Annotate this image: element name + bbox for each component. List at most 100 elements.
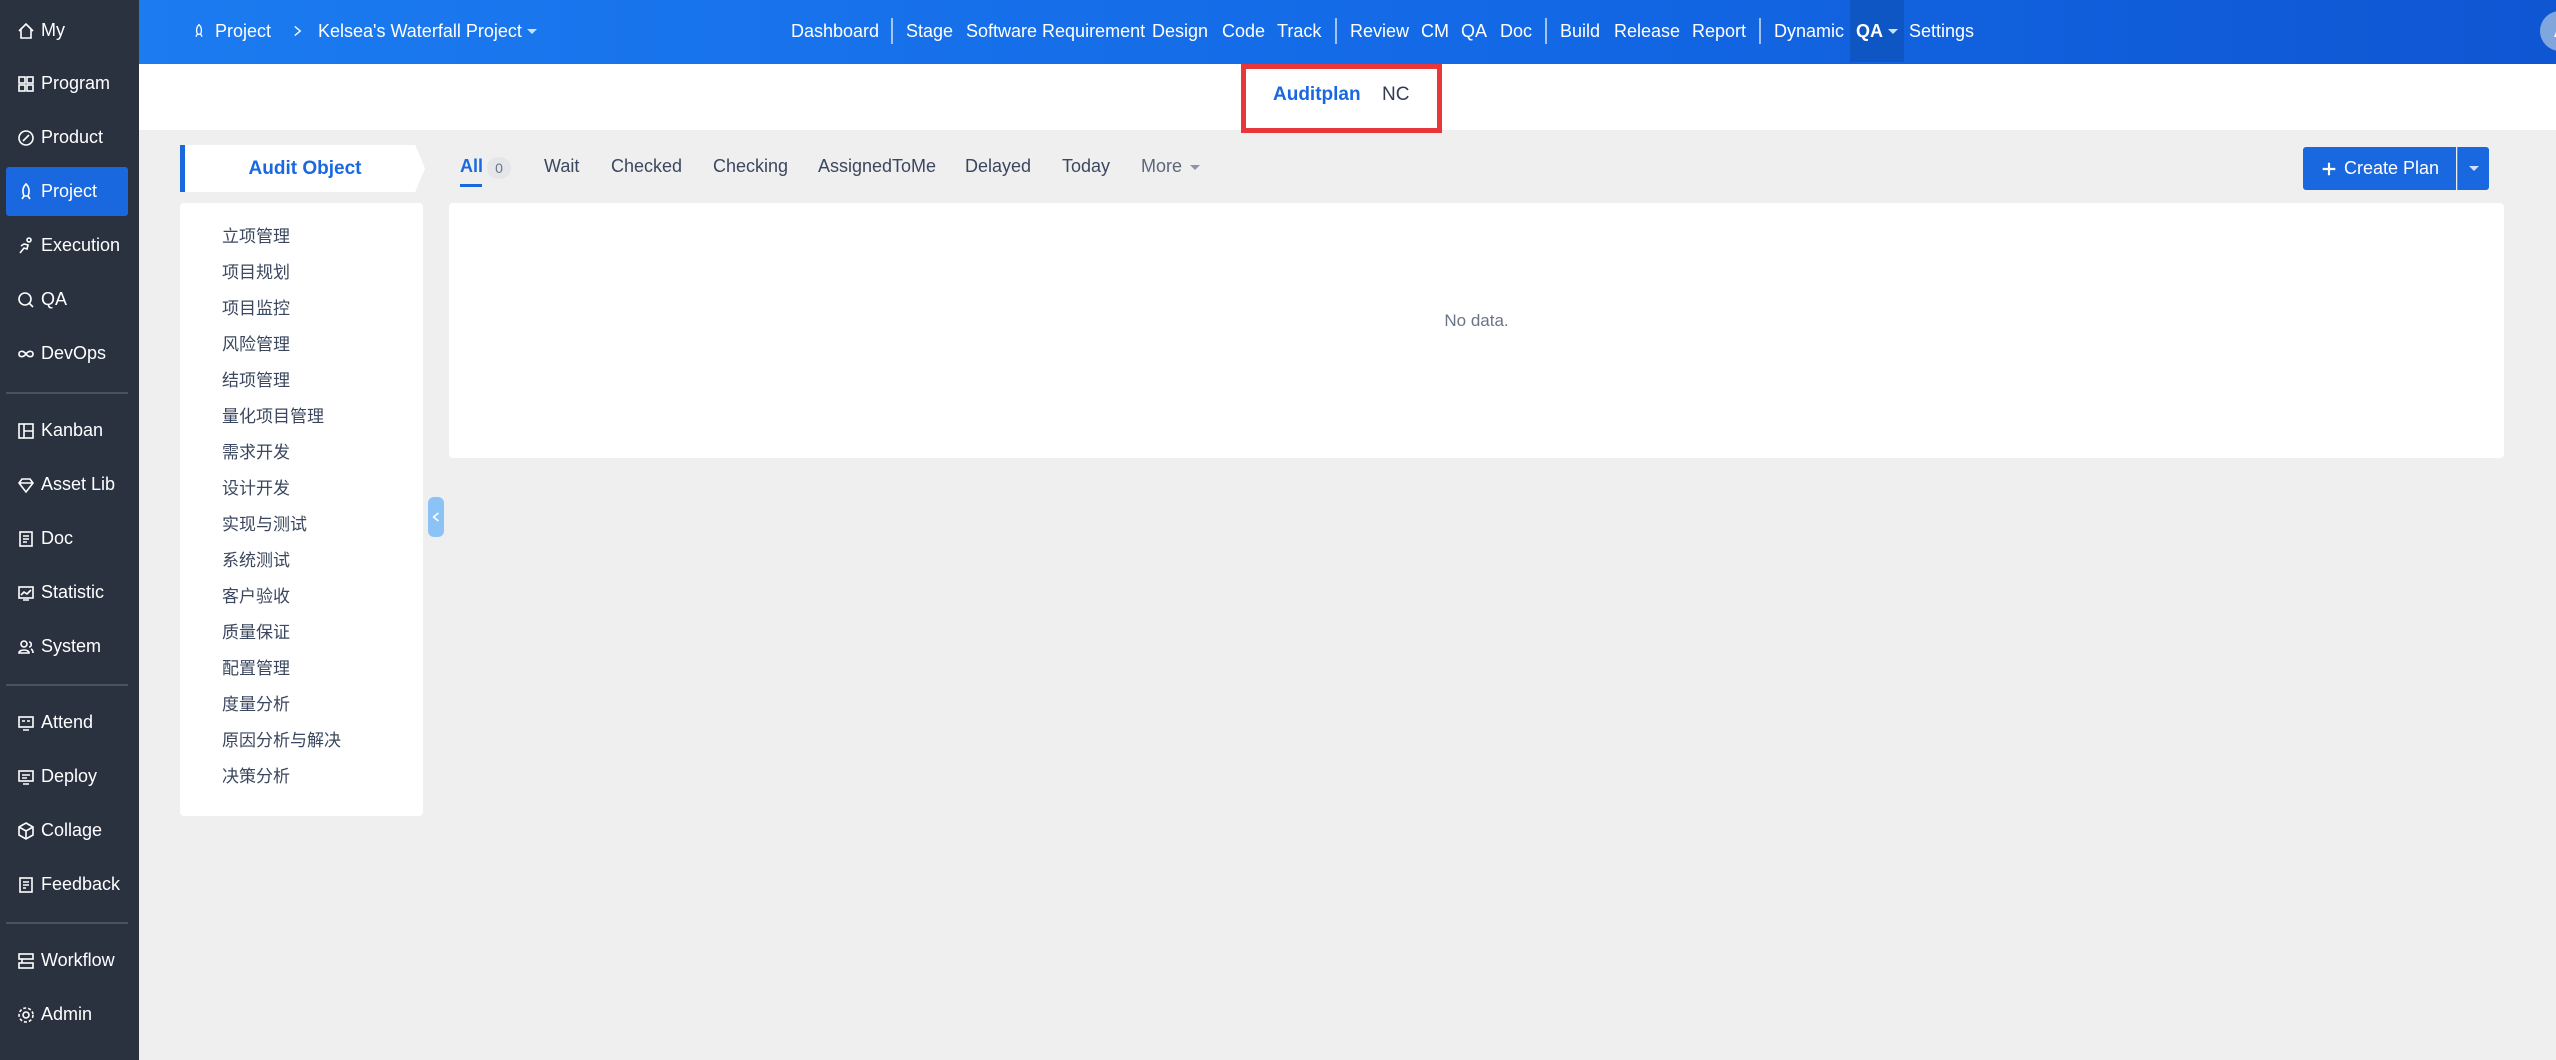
- user-avatar[interactable]: A: [2540, 11, 2556, 51]
- sidebar-item-label: Doc: [41, 528, 74, 548]
- create-plan-label: Create Plan: [2343, 158, 2440, 178]
- project-switcher[interactable]: Kelsea's Waterfall Project: [318, 0, 537, 62]
- audit-object-item[interactable]: 质量保证: [222, 618, 290, 643]
- sidebar-item-label: Project: [41, 181, 98, 201]
- users-icon: [15, 636, 37, 658]
- audit-object-item[interactable]: 量化项目管理: [222, 402, 324, 427]
- sidebar-item-label: Program: [41, 73, 111, 93]
- audit-object-item[interactable]: 项目规划: [222, 258, 290, 283]
- sidebar-item-workflow[interactable]: Workflow: [6, 936, 128, 985]
- chevron-left-icon: [432, 512, 439, 522]
- sidebar-item-label: System: [41, 636, 102, 656]
- create-plan-dropdown-button[interactable]: [2457, 147, 2489, 190]
- breadcrumb-separator-icon: [293, 0, 302, 62]
- filter-tab-today[interactable]: Today: [1062, 156, 1110, 177]
- more-label: More: [1141, 156, 1183, 176]
- gear-icon: [15, 1004, 37, 1026]
- sidebar-item-label: QA: [41, 289, 68, 309]
- breadcrumb-label: Project: [215, 20, 272, 41]
- create-plan-button[interactable]: Create Plan: [2303, 147, 2456, 190]
- nav-release[interactable]: Release: [1614, 0, 1680, 62]
- sidebar-item-program[interactable]: Program: [6, 59, 128, 108]
- grid-icon: [15, 73, 37, 95]
- nav-qa-label: QA: [1856, 20, 1883, 41]
- audit-plan-table: No data.: [449, 203, 2504, 458]
- nav-qa[interactable]: QA: [1461, 0, 1487, 62]
- sidebar-item-label: Product: [41, 127, 104, 147]
- nav-dashboard[interactable]: Dashboard: [791, 0, 879, 62]
- audit-object-item[interactable]: 配置管理: [222, 654, 290, 679]
- nav-doc[interactable]: Doc: [1500, 0, 1532, 62]
- collapse-sidebar-button[interactable]: [428, 497, 444, 537]
- sidebar-divider: [6, 922, 128, 924]
- breadcrumb-project[interactable]: Project: [191, 0, 271, 62]
- nav-cm[interactable]: CM: [1421, 0, 1449, 62]
- sidebar-item-attend[interactable]: Attend: [6, 698, 128, 747]
- sidebar-item-statistic[interactable]: Statistic: [6, 568, 128, 617]
- sidebar-item-label: Workflow: [41, 950, 115, 970]
- sub-navigation: Auditplan NC: [139, 64, 2556, 133]
- sidebar-item-doc[interactable]: Doc: [6, 514, 128, 563]
- audit-object-list: 立项管理 项目规划 项目监控 风险管理 结项管理 量化项目管理 需求开发 设计开…: [180, 203, 423, 816]
- audit-object-item[interactable]: 立项管理: [222, 222, 290, 247]
- filter-tab-all[interactable]: All: [460, 156, 483, 177]
- qa-search-icon: [15, 289, 37, 311]
- tab-auditplan[interactable]: Auditplan: [1273, 84, 1361, 106]
- sidebar-item-my[interactable]: My: [6, 6, 128, 55]
- product-icon: [15, 127, 37, 149]
- sidebar-item-execution[interactable]: Execution: [6, 221, 128, 270]
- audit-object-item[interactable]: 系统测试: [222, 546, 290, 571]
- audit-object-item[interactable]: 度量分析: [222, 690, 290, 715]
- sidebar-item-asset-lib[interactable]: Asset Lib: [6, 460, 128, 509]
- filter-tab-more[interactable]: More: [1141, 156, 1201, 177]
- nav-review[interactable]: Review: [1350, 0, 1409, 62]
- sidebar-item-devops[interactable]: DevOps: [6, 329, 128, 378]
- audit-object-item[interactable]: 决策分析: [222, 762, 290, 787]
- sidebar-item-label: Deploy: [41, 766, 98, 786]
- filter-tab-delayed[interactable]: Delayed: [965, 156, 1031, 177]
- sidebar-item-admin[interactable]: Admin: [6, 990, 128, 1039]
- sidebar-item-collage[interactable]: Collage: [6, 806, 128, 855]
- audit-object-item[interactable]: 设计开发: [222, 474, 290, 499]
- filter-tab-assigned-to-me[interactable]: AssignedToMe: [818, 156, 936, 177]
- rocket-icon: [191, 23, 207, 39]
- tab-nc[interactable]: NC: [1382, 84, 1409, 106]
- audit-object-item[interactable]: 客户验收: [222, 582, 290, 607]
- filter-tab-wait[interactable]: Wait: [544, 156, 579, 177]
- nav-stage[interactable]: Stage: [906, 0, 953, 62]
- audit-object-item[interactable]: 结项管理: [222, 366, 290, 391]
- filter-tab-checked[interactable]: Checked: [611, 156, 682, 177]
- sidebar-item-label: Feedback: [41, 874, 121, 894]
- nav-design[interactable]: Design: [1152, 0, 1208, 62]
- audit-object-item[interactable]: 原因分析与解决: [222, 726, 341, 751]
- top-navbar: Project Kelsea's Waterfall Project Dashb…: [139, 0, 2556, 64]
- audit-object-item[interactable]: 实现与测试: [222, 510, 307, 535]
- sidebar-item-deploy[interactable]: Deploy: [6, 752, 128, 801]
- nav-settings[interactable]: Settings: [1909, 0, 1974, 62]
- sidebar-item-project[interactable]: Project: [6, 167, 128, 216]
- audit-object-item[interactable]: 需求开发: [222, 438, 290, 463]
- sidebar-item-qa[interactable]: QA: [6, 275, 128, 324]
- filter-tab-checking[interactable]: Checking: [713, 156, 788, 177]
- nav-build[interactable]: Build: [1560, 0, 1600, 62]
- nav-report[interactable]: Report: [1692, 0, 1746, 62]
- rocket-icon: [15, 181, 37, 203]
- count-badge: 0: [487, 157, 511, 179]
- nav-code[interactable]: Code: [1222, 0, 1265, 62]
- main-sidebar: My Program Product Project Execution QA …: [0, 0, 139, 1060]
- audit-object-item[interactable]: 项目监控: [222, 294, 290, 319]
- sidebar-item-label: Collage: [41, 820, 103, 840]
- nav-track[interactable]: Track: [1277, 0, 1321, 62]
- sidebar-item-kanban[interactable]: Kanban: [6, 406, 128, 455]
- audit-object-item[interactable]: 风险管理: [222, 330, 290, 355]
- sidebar-divider: [6, 684, 128, 686]
- chevron-down-icon: [1190, 164, 1201, 170]
- nav-software-requirement[interactable]: Software Requirement: [966, 0, 1145, 62]
- sidebar-divider: [6, 392, 128, 394]
- sidebar-item-product[interactable]: Product: [6, 113, 128, 162]
- active-tab-underline: [460, 184, 482, 187]
- nav-qa-menu-active[interactable]: QA: [1850, 0, 1904, 62]
- sidebar-item-feedback[interactable]: Feedback: [6, 860, 128, 909]
- nav-dynamic[interactable]: Dynamic: [1774, 0, 1844, 62]
- sidebar-item-system[interactable]: System: [6, 622, 128, 671]
